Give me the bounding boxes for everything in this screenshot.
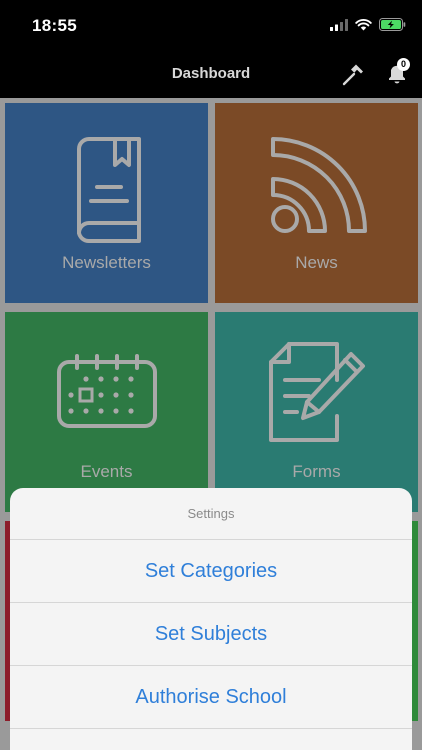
tile-forms[interactable]: Forms bbox=[215, 312, 418, 512]
navigation-bar: Dashboard 0 bbox=[0, 52, 422, 98]
tile-label-news: News bbox=[295, 253, 338, 272]
cellular-signal-icon bbox=[330, 18, 348, 31]
notification-count-badge: 0 bbox=[397, 58, 410, 71]
form-pencil-icon bbox=[268, 342, 365, 442]
authorise-school-button[interactable]: Authorise School bbox=[10, 666, 412, 729]
settings-action-sheet: Settings Set Categories Set Subjects Aut… bbox=[10, 488, 412, 750]
tile-label-newsletters: Newsletters bbox=[62, 253, 151, 272]
tile-label-events: Events bbox=[80, 462, 133, 481]
tile-label-forms: Forms bbox=[292, 462, 341, 481]
battery-charging-icon bbox=[379, 18, 406, 31]
dashboard-screen: 18:55 Dashboard 0 Newsletters News Event… bbox=[0, 0, 422, 750]
book-icon bbox=[76, 137, 141, 243]
tile-news[interactable]: News bbox=[215, 103, 418, 303]
status-bar: 18:55 bbox=[0, 0, 422, 52]
calendar-icon bbox=[56, 354, 157, 428]
tile-newsletters[interactable]: Newsletters bbox=[5, 103, 208, 303]
notifications-button[interactable]: 0 bbox=[384, 58, 412, 88]
rss-icon bbox=[270, 137, 367, 233]
tile-events[interactable]: Events bbox=[5, 312, 208, 512]
set-subjects-button[interactable]: Set Subjects bbox=[10, 603, 412, 666]
wifi-icon bbox=[355, 18, 372, 30]
hammer-icon[interactable] bbox=[340, 62, 366, 88]
set-categories-button[interactable]: Set Categories bbox=[10, 540, 412, 603]
action-sheet-title: Settings bbox=[10, 488, 412, 540]
status-icons bbox=[330, 18, 406, 31]
status-time: 18:55 bbox=[32, 16, 77, 35]
